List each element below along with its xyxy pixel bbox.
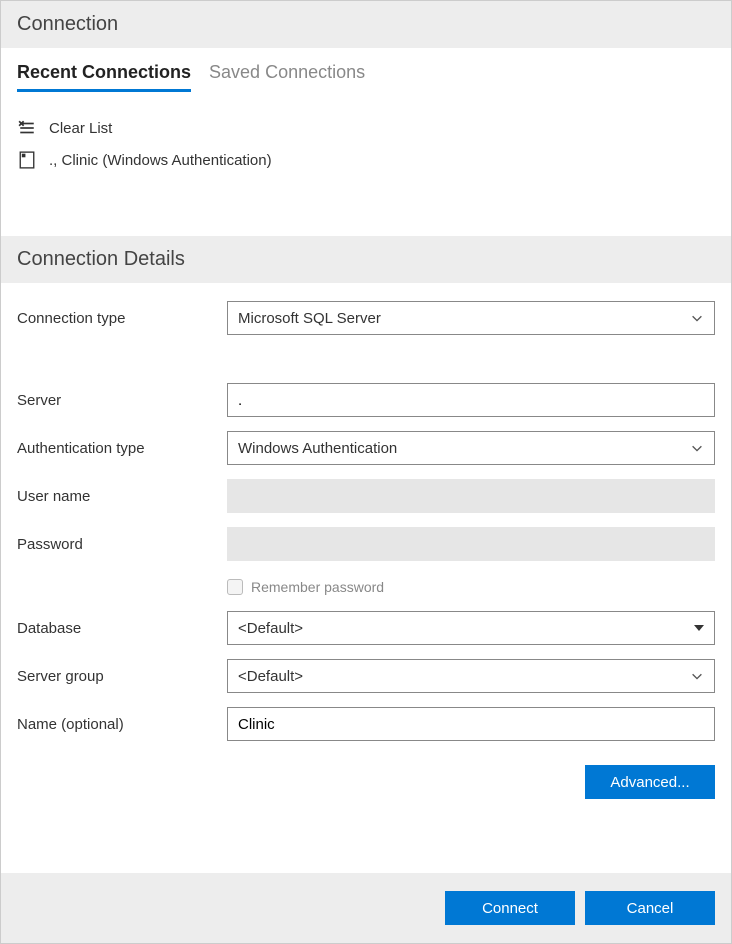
name-optional-input[interactable] bbox=[227, 707, 715, 741]
server-group-select[interactable]: <Default> bbox=[227, 659, 715, 693]
clear-list-icon bbox=[17, 118, 37, 138]
connect-button[interactable]: Connect bbox=[445, 891, 575, 925]
auth-type-select[interactable]: Windows Authentication bbox=[227, 431, 715, 465]
connection-type-value: Microsoft SQL Server bbox=[238, 310, 381, 327]
server-label: Server bbox=[17, 392, 227, 409]
advanced-button[interactable]: Advanced... bbox=[585, 765, 715, 799]
chevron-down-icon bbox=[690, 311, 704, 325]
server-icon bbox=[17, 150, 37, 170]
chevron-down-icon bbox=[690, 441, 704, 455]
password-input bbox=[227, 527, 715, 561]
recent-connection-label: ., Clinic (Windows Authentication) bbox=[49, 152, 272, 169]
server-group-label: Server group bbox=[17, 668, 227, 685]
connection-type-select[interactable]: Microsoft SQL Server bbox=[227, 301, 715, 335]
recent-connections-list: Clear List ., Clinic (Windows Authentica… bbox=[1, 92, 731, 236]
connection-details-body: Connection type Microsoft SQL Server Ser… bbox=[1, 283, 731, 809]
database-value: <Default> bbox=[238, 620, 303, 637]
username-input bbox=[227, 479, 715, 513]
server-group-value: <Default> bbox=[238, 668, 303, 685]
remember-password-row: Remember password bbox=[227, 575, 715, 597]
tab-recent-connections[interactable]: Recent Connections bbox=[17, 62, 191, 92]
database-combobox[interactable]: <Default> bbox=[227, 611, 715, 645]
remember-password-label: Remember password bbox=[251, 579, 384, 595]
tabs: Recent Connections Saved Connections bbox=[1, 48, 731, 92]
username-label: User name bbox=[17, 488, 227, 505]
clear-list-label: Clear List bbox=[49, 120, 112, 137]
server-input[interactable] bbox=[227, 383, 715, 417]
triangle-down-icon bbox=[694, 625, 704, 631]
dialog-footer: Connect Cancel bbox=[1, 873, 731, 943]
connection-type-label: Connection type bbox=[17, 310, 227, 327]
chevron-down-icon bbox=[690, 669, 704, 683]
tab-saved-connections[interactable]: Saved Connections bbox=[209, 62, 365, 92]
remember-password-checkbox[interactable] bbox=[227, 579, 243, 595]
recent-connection-item[interactable]: ., Clinic (Windows Authentication) bbox=[17, 144, 715, 176]
cancel-button[interactable]: Cancel bbox=[585, 891, 715, 925]
database-label: Database bbox=[17, 620, 227, 637]
auth-type-value: Windows Authentication bbox=[238, 440, 397, 457]
password-label: Password bbox=[17, 536, 227, 553]
clear-list-button[interactable]: Clear List bbox=[17, 112, 715, 144]
name-optional-label: Name (optional) bbox=[17, 716, 227, 733]
connection-header: Connection bbox=[1, 1, 731, 48]
auth-type-label: Authentication type bbox=[17, 440, 227, 457]
connection-details-header: Connection Details bbox=[1, 236, 731, 283]
